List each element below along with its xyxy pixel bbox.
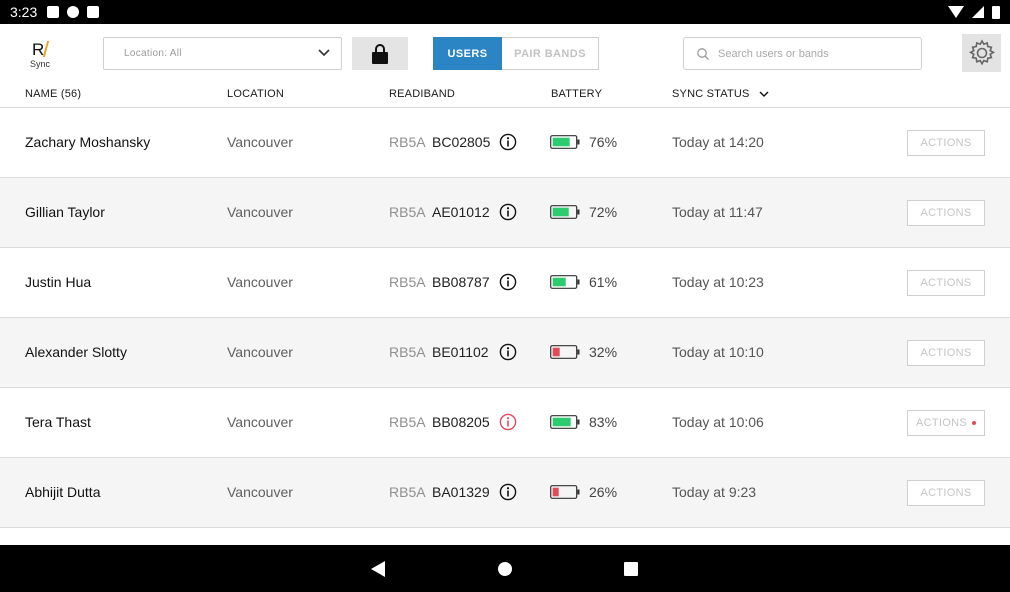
user-name: Gillian Taylor: [25, 204, 105, 220]
actions-button[interactable]: ACTIONS: [907, 270, 985, 296]
user-location: Vancouver: [227, 204, 293, 220]
header-name[interactable]: NAME (56): [25, 88, 81, 100]
header-battery[interactable]: BATTERY: [551, 88, 602, 100]
app-logo: R Sync: [30, 40, 51, 69]
header-location[interactable]: LOCATION: [227, 88, 284, 100]
user-name: Zachary Moshansky: [25, 134, 151, 150]
user-name: Alexander Slotty: [25, 344, 127, 360]
user-location: Vancouver: [227, 274, 293, 290]
table-row[interactable]: Justin Hua Vancouver RB5A BB08787 61% Today a…: [0, 248, 1010, 318]
battery-level-icon: [550, 135, 580, 149]
sync-status: Today at 14:20: [672, 134, 764, 150]
wifi-icon: [948, 6, 964, 18]
battery-level-icon: [550, 275, 580, 289]
sync-status: Today at 11:47: [672, 204, 763, 220]
table-row[interactable]: Abhijit Dutta Vancouver RB5A BA01329 26% Toda…: [0, 458, 1010, 528]
battery-level-icon: [550, 415, 580, 429]
lock-button[interactable]: [352, 37, 408, 70]
back-icon[interactable]: [371, 561, 385, 577]
band-id: AE01012: [432, 204, 490, 220]
sync-status: Today at 10:06: [672, 414, 764, 430]
chevron-down-icon: [318, 49, 330, 57]
battery-percent: 61%: [589, 274, 618, 290]
header-sync-status[interactable]: SYNC STATUS: [672, 88, 769, 100]
actions-button[interactable]: ACTIONS: [907, 410, 985, 436]
view-tabs: USERS PAIR BANDS: [433, 37, 599, 70]
alert-dot: [972, 421, 976, 425]
lock-icon: [372, 43, 388, 64]
gear-icon: [968, 39, 995, 66]
info-icon[interactable]: [499, 343, 517, 361]
sort-chevron-down-icon: [759, 91, 769, 98]
notification-a-icon: [47, 6, 60, 18]
battery-level-icon: [550, 205, 580, 219]
battery-percent: 72%: [589, 204, 618, 220]
battery-percent: 83%: [589, 414, 618, 430]
signal-icon: [972, 6, 984, 18]
search-box: [683, 37, 922, 70]
table-header: NAME (56) LOCATION READIBAND BATTERY SYN…: [0, 82, 1010, 108]
band-id: BA01329: [432, 484, 490, 500]
search-input[interactable]: [718, 47, 908, 60]
location-select[interactable]: Location: All: [103, 37, 342, 70]
band-id: BB08205: [432, 414, 490, 430]
user-location: Vancouver: [227, 414, 293, 430]
tab-users[interactable]: USERS: [433, 37, 502, 70]
recent-apps-icon[interactable]: [624, 562, 638, 576]
user-location: Vancouver: [227, 484, 293, 500]
notification-sd-icon: [87, 6, 100, 18]
app-toolbar: R Sync Location: All USERS PAIR BANDS: [0, 24, 1010, 82]
actions-button[interactable]: ACTIONS: [907, 340, 985, 366]
battery-level-icon: [550, 485, 580, 499]
search-icon: [697, 47, 709, 60]
battery-percent: 76%: [589, 134, 618, 150]
home-icon[interactable]: [498, 562, 512, 576]
android-nav-bar: [0, 545, 1010, 592]
actions-button[interactable]: ACTIONS: [907, 480, 985, 506]
header-readiband[interactable]: READIBAND: [389, 88, 455, 100]
band-id: BC02805: [432, 134, 491, 150]
location-select-value: Location: All: [124, 48, 182, 59]
info-icon[interactable]: [499, 413, 517, 431]
band-id: BB08787: [432, 274, 490, 290]
notification-app-icon: [67, 6, 80, 18]
user-location: Vancouver: [227, 344, 293, 360]
android-status-bar: 3:23: [0, 0, 1010, 24]
actions-button[interactable]: ACTIONS: [907, 130, 985, 156]
user-name: Justin Hua: [25, 274, 92, 290]
actions-button[interactable]: ACTIONS: [907, 200, 985, 226]
user-name: Abhijit Dutta: [25, 484, 101, 500]
table-row[interactable]: Zachary Moshansky Vancouver RB5A BC02805 76%…: [0, 108, 1010, 178]
table-row[interactable]: Gillian Taylor Vancouver RB5A AE01012 72% Tod…: [0, 178, 1010, 248]
battery-percent: 32%: [589, 344, 618, 360]
band-model: RB5A: [389, 274, 426, 290]
tab-pair-bands[interactable]: PAIR BANDS: [502, 37, 599, 70]
band-model: RB5A: [389, 134, 426, 150]
info-icon[interactable]: [499, 273, 517, 291]
battery-percent: 26%: [589, 484, 618, 500]
band-model: RB5A: [389, 484, 426, 500]
band-model: RB5A: [389, 414, 426, 430]
user-name: Tera Thast: [25, 414, 91, 430]
band-model: RB5A: [389, 204, 426, 220]
status-time: 3:23: [10, 4, 38, 20]
band-id: BE01102: [432, 344, 489, 360]
user-table-body: Zachary Moshansky Vancouver RB5A BC02805 76%…: [0, 108, 1010, 528]
settings-button[interactable]: [962, 34, 1001, 72]
user-location: Vancouver: [227, 134, 293, 150]
sync-status: Today at 9:23: [672, 484, 757, 500]
info-icon[interactable]: [499, 133, 517, 151]
battery-status-icon: [992, 5, 1000, 19]
battery-level-icon: [550, 345, 580, 359]
table-row[interactable]: Alexander Slotty Vancouver RB5A BE01102 32% T…: [0, 318, 1010, 388]
band-model: RB5A: [389, 344, 426, 360]
sync-status: Today at 10:23: [672, 274, 764, 290]
info-icon[interactable]: [499, 203, 517, 221]
sync-status: Today at 10:10: [672, 344, 764, 360]
info-icon[interactable]: [499, 483, 517, 501]
table-row[interactable]: Tera Thast Vancouver RB5A BB08205 83% Today a…: [0, 388, 1010, 458]
